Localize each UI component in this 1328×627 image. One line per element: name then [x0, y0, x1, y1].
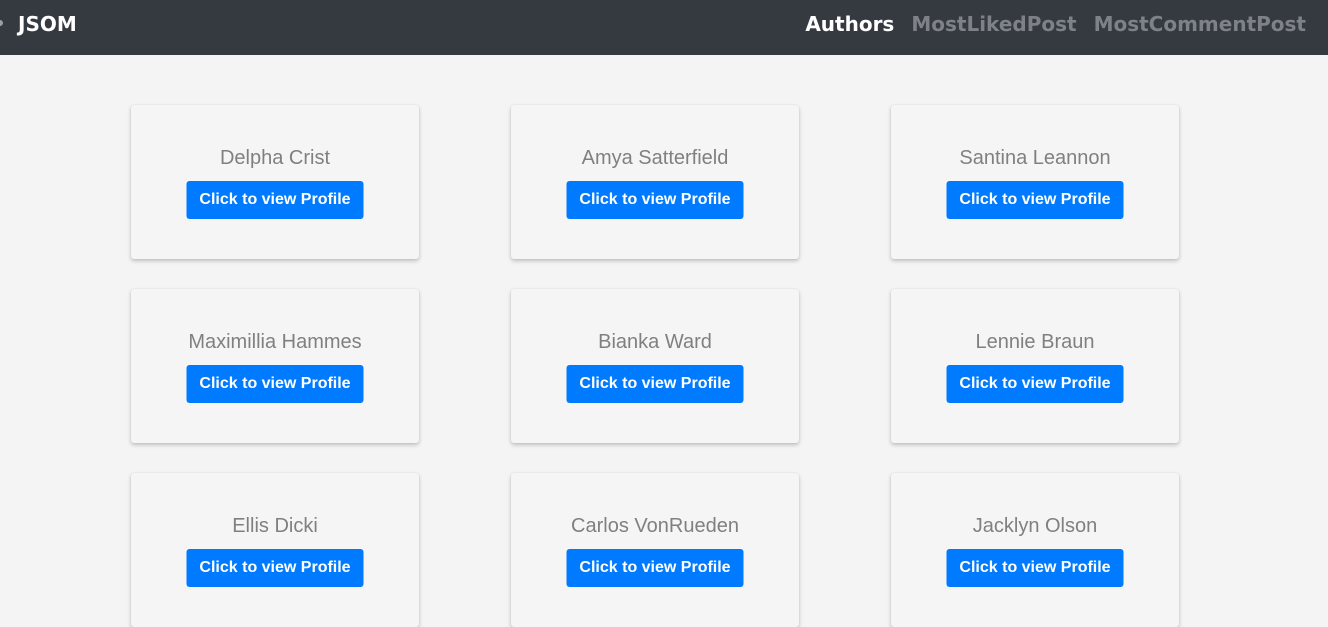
nav-links: Authors MostLikedPost MostCommentPost — [805, 11, 1306, 37]
author-card: Lennie Braun Click to view Profile — [891, 289, 1179, 443]
view-profile-button[interactable]: Click to view Profile — [186, 549, 364, 587]
author-card: Amya Satterfield Click to view Profile — [511, 105, 799, 259]
author-name: Amya Satterfield — [581, 147, 729, 169]
author-name: Carlos VonRueden — [571, 515, 739, 537]
view-profile-button[interactable]: Click to view Profile — [566, 181, 744, 219]
author-name: Lennie Braun — [975, 331, 1095, 353]
author-name: Santina Leannon — [959, 147, 1111, 169]
edge-indicator — [0, 20, 3, 26]
view-profile-button[interactable]: Click to view Profile — [186, 181, 364, 219]
top-navbar: JSOM Authors MostLikedPost MostCommentPo… — [0, 0, 1328, 55]
author-name: Ellis Dicki — [232, 515, 318, 537]
brand-logo-link[interactable]: JSOM — [18, 11, 77, 37]
author-name: Jacklyn Olson — [972, 515, 1098, 537]
view-profile-button[interactable]: Click to view Profile — [566, 365, 744, 403]
author-card: Maximillia Hammes Click to view Profile — [131, 289, 419, 443]
view-profile-button[interactable]: Click to view Profile — [946, 365, 1124, 403]
author-name: Delpha Crist — [219, 147, 331, 169]
view-profile-button[interactable]: Click to view Profile — [566, 549, 744, 587]
author-card: Santina Leannon Click to view Profile — [891, 105, 1179, 259]
authors-grid: Delpha Crist Click to view Profile Amya … — [131, 105, 1179, 627]
author-name: Maximillia Hammes — [188, 331, 362, 353]
view-profile-button[interactable]: Click to view Profile — [186, 365, 364, 403]
view-profile-button[interactable]: Click to view Profile — [946, 181, 1124, 219]
nav-link-most-comment-post[interactable]: MostCommentPost — [1094, 11, 1306, 37]
author-card: Delpha Crist Click to view Profile — [131, 105, 419, 259]
author-card: Carlos VonRueden Click to view Profile — [511, 473, 799, 627]
author-card: Bianka Ward Click to view Profile — [511, 289, 799, 443]
nav-link-authors[interactable]: Authors — [805, 11, 894, 37]
author-name: Bianka Ward — [598, 331, 712, 353]
author-card: Ellis Dicki Click to view Profile — [131, 473, 419, 627]
author-card: Jacklyn Olson Click to view Profile — [891, 473, 1179, 627]
nav-link-most-liked-post[interactable]: MostLikedPost — [911, 11, 1076, 37]
view-profile-button[interactable]: Click to view Profile — [946, 549, 1124, 587]
